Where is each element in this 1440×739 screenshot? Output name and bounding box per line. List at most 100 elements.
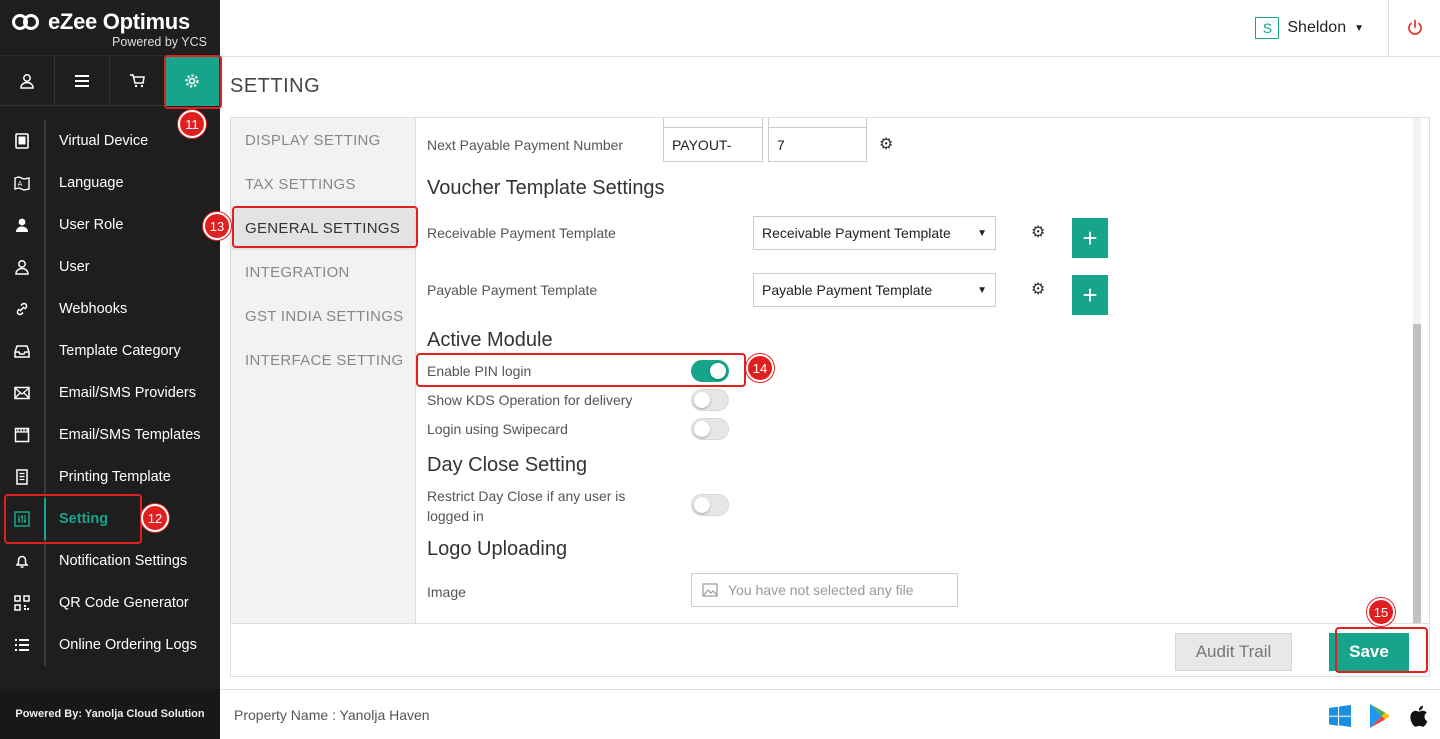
scrollbar[interactable] xyxy=(1413,118,1421,623)
link-icon xyxy=(0,288,46,330)
user-icon[interactable] xyxy=(0,56,55,106)
image-file-input[interactable]: You have not selected any file xyxy=(691,573,958,607)
bell-icon xyxy=(0,540,46,582)
voucher-section-title: Voucher Template Settings xyxy=(427,177,665,199)
gear-icon[interactable]: ⚙ xyxy=(1031,222,1045,242)
receivable-template-value: Receivable Payment Template xyxy=(762,225,951,241)
sidebar-item-label: Notification Settings xyxy=(59,553,188,569)
file-placeholder: You have not selected any file xyxy=(728,582,914,598)
image-label: Image xyxy=(427,584,466,600)
add-receivable-template-button[interactable]: + xyxy=(1072,218,1108,258)
settings-panel: DISPLAY SETTING TAX SETTINGS GENERAL SETTI… xyxy=(230,117,1430,677)
sidebar-item-email-sms-providers[interactable]: Email/SMS Providers xyxy=(0,372,220,414)
sidebar-item-label: User xyxy=(59,259,90,275)
action-bar: Audit Trail Save xyxy=(231,623,1429,676)
sidebar-item-label: Email/SMS Providers xyxy=(59,385,196,401)
user-role-icon xyxy=(0,204,46,246)
film-icon xyxy=(0,414,46,456)
kds-label: Show KDS Operation for delivery xyxy=(427,392,633,408)
scrollbar-thumb[interactable] xyxy=(1413,324,1421,623)
avatar: S xyxy=(1255,17,1280,39)
payable-prefix-input[interactable]: PAYOUT- xyxy=(663,127,763,162)
topbar: S Sheldon ▼ xyxy=(220,0,1440,57)
sidebar-item-label: Email/SMS Templates xyxy=(59,427,201,443)
payable-template-value: Payable Payment Template xyxy=(762,282,933,298)
callout-badge: 12 xyxy=(141,504,169,532)
highlight-save xyxy=(1335,627,1428,673)
property-name: Property Name : Yanolja Haven xyxy=(234,707,430,723)
highlight-general-settings xyxy=(232,206,418,248)
restrict-day-close-label: Restrict Day Close if any user is logged… xyxy=(427,486,625,526)
power-icon[interactable] xyxy=(1388,0,1440,56)
sidebar-item-online-ordering-logs[interactable]: Online Ordering Logs xyxy=(0,624,220,666)
sidebar-item-user-role[interactable]: User Role xyxy=(0,204,220,246)
add-payable-template-button[interactable]: + xyxy=(1072,275,1108,315)
restrict-day-close-line2: logged in xyxy=(427,508,484,524)
list-icon xyxy=(0,624,46,666)
logo: eZee Optimus Powered by YCS xyxy=(0,0,220,56)
sidebar-item-label: Virtual Device xyxy=(59,133,149,149)
tab-integration[interactable]: INTEGRATION xyxy=(231,250,415,294)
sidebar-item-label: Printing Template xyxy=(59,469,171,485)
receivable-template-select[interactable]: Receivable Payment Template ▼ xyxy=(753,216,996,250)
sidebar-item-qr-code-generator[interactable]: QR Code Generator xyxy=(0,582,220,624)
sidebar-item-printing-template[interactable]: Printing Template xyxy=(0,456,220,498)
sidebar-item-user[interactable]: User xyxy=(0,246,220,288)
list-icon[interactable] xyxy=(55,56,110,106)
sidebar-item-label: Language xyxy=(59,175,124,191)
brand-name: eZee Optimus xyxy=(48,9,190,34)
google-play-icon[interactable] xyxy=(1368,703,1392,729)
receipt-icon xyxy=(0,456,46,498)
windows-icon[interactable] xyxy=(1328,704,1352,728)
sidebar-item-email-sms-templates[interactable]: Email/SMS Templates xyxy=(0,414,220,456)
kds-toggle[interactable] xyxy=(691,389,729,411)
payable-template-label: Payable Payment Template xyxy=(427,282,598,298)
tab-gst-india-settings[interactable]: GST INDIA SETTINGS xyxy=(231,294,415,338)
tab-tax-settings[interactable]: TAX SETTINGS xyxy=(231,162,415,206)
user-name: Sheldon xyxy=(1287,19,1347,36)
user-menu[interactable]: S Sheldon ▼ xyxy=(1255,17,1364,39)
gear-icon[interactable]: ⚙ xyxy=(879,134,893,154)
sidebar-item-label: QR Code Generator xyxy=(59,595,189,611)
tab-display-setting[interactable]: DISPLAY SETTING xyxy=(231,118,415,162)
caret-down-icon: ▼ xyxy=(977,284,987,296)
day-close-title: Day Close Setting xyxy=(427,454,588,476)
caret-down-icon: ▼ xyxy=(1354,22,1364,34)
sidebar-item-label: Template Category xyxy=(59,343,181,359)
apple-icon[interactable] xyxy=(1408,704,1430,728)
sidebar-footer: Powered By: Yanolja Cloud Solution xyxy=(0,689,220,739)
image-icon xyxy=(702,583,718,597)
sidebar-item-label: User Role xyxy=(59,217,124,233)
receivable-template-label: Receivable Payment Template xyxy=(427,225,616,241)
callout-badge: 13 xyxy=(203,212,231,240)
language-icon: A xyxy=(0,162,46,204)
restrict-day-close-toggle[interactable] xyxy=(691,494,729,516)
cart-icon[interactable] xyxy=(110,56,165,106)
tab-interface-setting[interactable]: INTERFACE SETTING xyxy=(231,338,415,382)
bottom-bar: Property Name : Yanolja Haven xyxy=(220,689,1440,739)
sidebar-item-language[interactable]: A Language xyxy=(0,162,220,204)
svg-text:A: A xyxy=(18,180,23,188)
sidebar-item-label: Webhooks xyxy=(59,301,128,317)
callout-badge: 14 xyxy=(746,354,774,382)
payable-template-select[interactable]: Payable Payment Template ▼ xyxy=(753,273,996,307)
callout-badge: 11 xyxy=(178,110,206,138)
brand: eZee Optimus xyxy=(12,9,190,35)
page-title: SETTING xyxy=(230,75,321,97)
settings-tabs: DISPLAY SETTING TAX SETTINGS GENERAL SETTI… xyxy=(231,118,416,623)
user-icon xyxy=(0,246,46,288)
sidebar-item-template-category[interactable]: Template Category xyxy=(0,330,220,372)
sidebar-item-webhooks[interactable]: Webhooks xyxy=(0,288,220,330)
sidebar-item-notification-settings[interactable]: Notification Settings xyxy=(0,540,220,582)
logo-uploading-title: Logo Uploading xyxy=(427,538,568,560)
next-payable-label: Next Payable Payment Number xyxy=(427,137,624,153)
payable-number-input[interactable]: 7 xyxy=(768,127,867,162)
tablet-icon xyxy=(0,120,46,162)
gear-icon[interactable]: ⚙ xyxy=(1031,279,1045,299)
highlight-pin-login xyxy=(416,353,746,387)
highlight-setting-menu xyxy=(4,494,142,544)
inbox-icon xyxy=(0,330,46,372)
audit-trail-button[interactable]: Audit Trail xyxy=(1175,633,1292,671)
caret-down-icon: ▼ xyxy=(977,227,987,239)
swipecard-toggle[interactable] xyxy=(691,418,729,440)
